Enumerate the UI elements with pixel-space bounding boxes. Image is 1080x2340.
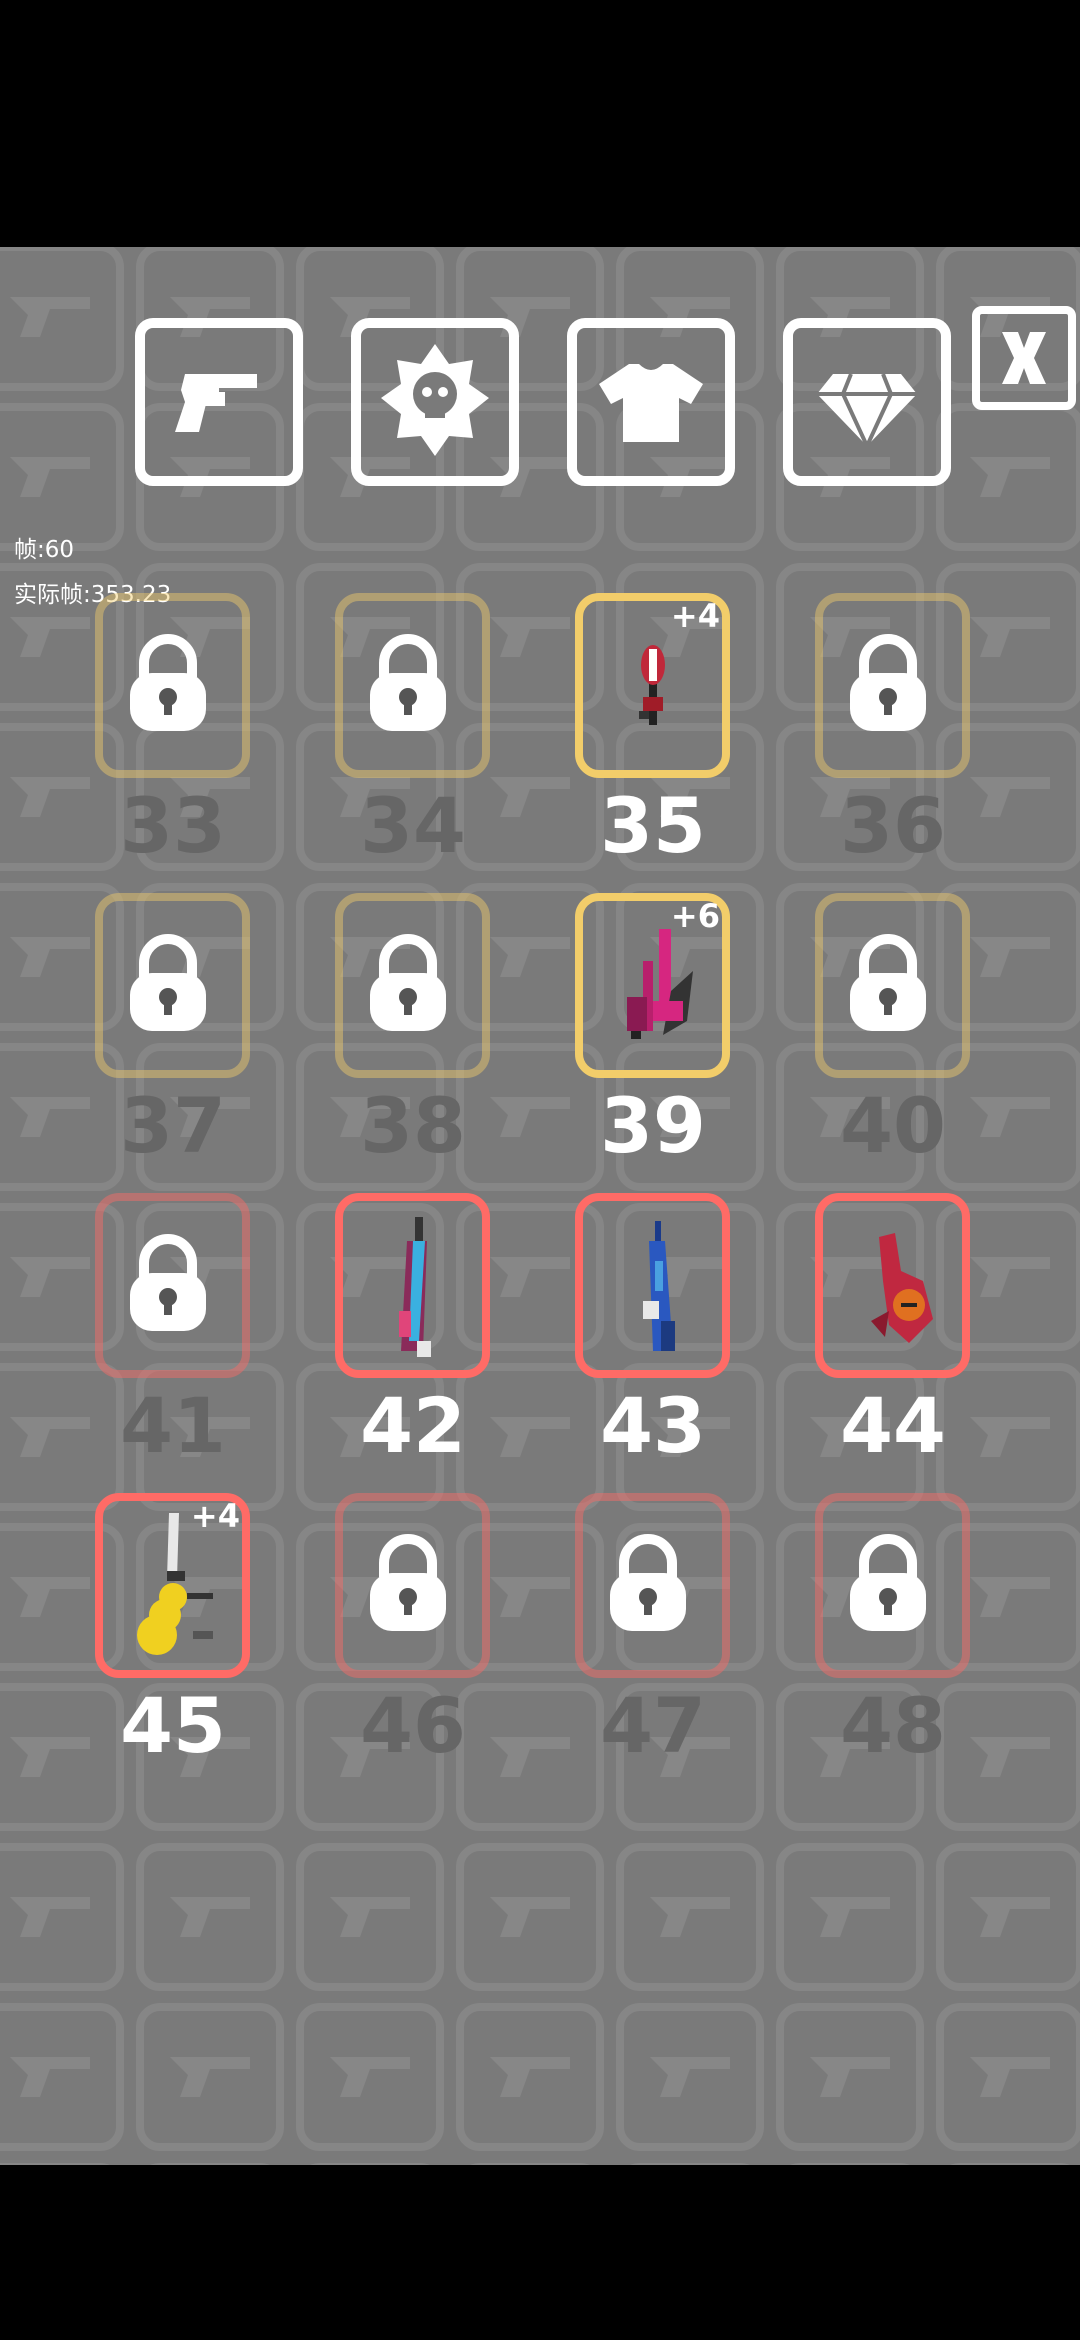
lock-icon	[850, 634, 926, 731]
weapon-slot-46[interactable]	[335, 1493, 490, 1678]
weapon-slot-37[interactable]	[95, 893, 250, 1078]
slot-number: 41	[120, 1381, 226, 1470]
lock-icon	[850, 1534, 926, 1631]
slot-number: 43	[600, 1381, 706, 1470]
slot-number: 39	[600, 1081, 706, 1170]
skull-badge-icon	[381, 344, 489, 456]
weapon-slot-41[interactable]	[95, 1193, 250, 1378]
slot-number: 48	[840, 1681, 946, 1770]
weapon-slot-34[interactable]	[335, 593, 490, 778]
slot-frame	[815, 1193, 970, 1378]
weapon-slot-44[interactable]	[815, 1193, 970, 1378]
weapon-slot-48[interactable]	[815, 1493, 970, 1678]
slot-frame	[335, 1193, 490, 1378]
lock-icon	[130, 1234, 206, 1331]
slot-number: 46	[360, 1681, 466, 1770]
blue-rifle-icon	[643, 1221, 675, 1351]
weapon-slot-38[interactable]	[335, 893, 490, 1078]
lock-icon	[370, 634, 446, 731]
lock-icon	[130, 934, 206, 1031]
outfits-tab[interactable]	[567, 318, 735, 486]
weapon-slot-36[interactable]	[815, 593, 970, 778]
weapon-slot-45[interactable]: +4	[95, 1493, 250, 1678]
slot-number: 33	[120, 781, 226, 870]
skull-badge-tab[interactable]	[351, 318, 519, 486]
slot-number: 36	[840, 781, 946, 870]
weapon-slot-47[interactable]	[575, 1493, 730, 1678]
weapon-slot-39[interactable]: +6	[575, 893, 730, 1078]
upgrade-level-badge: +4	[190, 1497, 240, 1535]
revolver-icon	[175, 374, 257, 432]
slot-number: 38	[360, 1081, 466, 1170]
lock-icon	[610, 1534, 686, 1631]
weapon-slot-40[interactable]	[815, 893, 970, 1078]
slot-number: 44	[840, 1381, 946, 1470]
lock-icon	[850, 934, 926, 1031]
slot-number: 35	[600, 781, 706, 870]
lock-icon	[130, 634, 206, 731]
weapon-slot-35[interactable]: +4	[575, 593, 730, 778]
fps-counter: 帧:60	[14, 537, 75, 563]
slot-number: 45	[120, 1681, 226, 1770]
diamond-icon	[817, 373, 917, 451]
slot-number: 42	[360, 1381, 466, 1470]
slot-frame	[575, 1193, 730, 1378]
weapon-slot-43[interactable]	[575, 1193, 730, 1378]
upgrade-level-badge: +4	[670, 597, 720, 635]
lock-icon	[370, 1534, 446, 1631]
red-pistol-icon	[871, 1233, 933, 1343]
weapon-slot-42[interactable]	[335, 1193, 490, 1378]
neon-rifle-icon	[399, 1217, 431, 1357]
tshirt-icon	[599, 364, 703, 442]
gems-tab[interactable]	[783, 318, 951, 486]
slot-number: 47	[600, 1681, 706, 1770]
close-button[interactable]	[972, 306, 1076, 410]
slot-number: 34	[360, 781, 466, 870]
slot-number: 40	[840, 1081, 946, 1170]
close-icon	[1002, 332, 1046, 384]
slot-number: 37	[120, 1081, 226, 1170]
upgrade-level-badge: +6	[670, 897, 720, 935]
weapon-slot-33[interactable]	[95, 593, 250, 778]
lock-icon	[370, 934, 446, 1031]
weapons-tab[interactable]	[135, 318, 303, 486]
